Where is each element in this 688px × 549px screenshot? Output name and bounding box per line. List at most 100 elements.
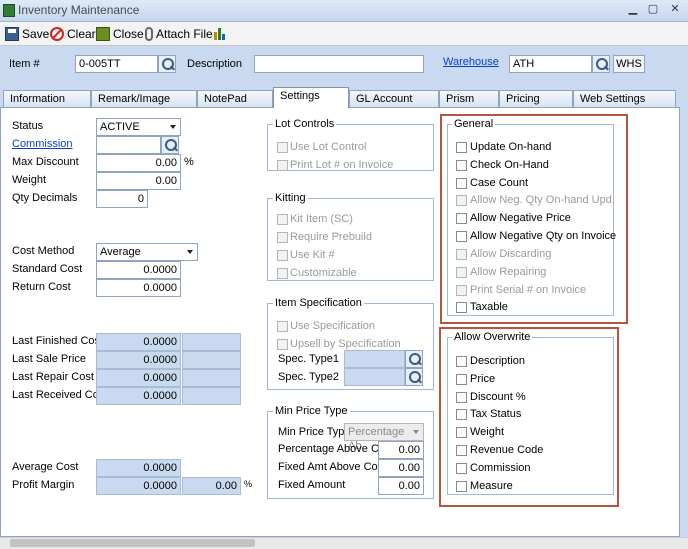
warehouse-link[interactable]: Warehouse xyxy=(443,56,499,68)
spec-type1-search-button[interactable] xyxy=(405,350,423,368)
allow-repairing-label: Allow Repairing xyxy=(470,266,547,278)
max-discount-field[interactable]: 0.00 xyxy=(96,154,181,172)
customizable-checkbox[interactable] xyxy=(277,268,288,279)
item-number-field[interactable]: 0-005TT xyxy=(75,55,158,73)
tab-settings[interactable]: Settings xyxy=(273,87,349,108)
bar-chart-icon xyxy=(213,27,227,41)
spec-type2-field[interactable] xyxy=(344,368,405,386)
percentage-above-cost-field[interactable]: 0.00 xyxy=(378,441,424,459)
attach-file-button[interactable]: Attach File xyxy=(145,25,213,43)
minimize-icon[interactable]: ▁ xyxy=(626,3,640,17)
last-sale-date-field xyxy=(182,351,241,369)
allow-overwrite-title: Allow Overwrite xyxy=(452,331,533,343)
print-serial-checkbox[interactable] xyxy=(456,285,467,296)
allow-discarding-label: Allow Discarding xyxy=(470,248,552,260)
allow-negative-price-checkbox[interactable] xyxy=(456,213,467,224)
case-count-checkbox[interactable] xyxy=(456,178,467,189)
commission-search-button[interactable] xyxy=(161,136,179,154)
chart-tool-button[interactable] xyxy=(213,25,227,43)
last-sale-price-field: 0.0000 xyxy=(96,351,181,369)
tab-gl-account[interactable]: GL Account xyxy=(349,90,439,107)
check-on-hand-checkbox[interactable] xyxy=(456,160,467,171)
settings-panel: Status ACTIVE Commission Max Discount 0.… xyxy=(0,107,680,537)
search-icon xyxy=(406,369,422,385)
chevron-down-icon xyxy=(187,250,193,254)
tab-information[interactable]: Information xyxy=(3,90,91,107)
allow-negative-qty-invoice-label: Allow Negative Qty on Invoice xyxy=(470,230,617,242)
fixed-amt-above-cost-label: Fixed Amt Above Cost xyxy=(278,461,387,473)
commission-link[interactable]: Commission xyxy=(12,138,73,150)
commission-field[interactable] xyxy=(96,136,161,154)
app-icon xyxy=(3,4,15,17)
return-cost-field[interactable]: 0.0000 xyxy=(96,279,181,297)
tab-bar: Information Remark/Image NotePad Setting… xyxy=(0,86,688,108)
overwrite-revenue-code-checkbox[interactable] xyxy=(456,445,467,456)
spec-type2-search-button[interactable] xyxy=(405,368,423,386)
cost-method-select[interactable]: Average xyxy=(96,243,198,261)
overwrite-commission-checkbox[interactable] xyxy=(456,463,467,474)
overwrite-measure-checkbox[interactable] xyxy=(456,481,467,492)
upsell-by-specification-checkbox[interactable] xyxy=(277,339,288,350)
use-specification-checkbox[interactable] xyxy=(277,321,288,332)
last-received-cost-label: Last Received Cost xyxy=(12,389,108,401)
allow-repairing-checkbox[interactable] xyxy=(456,267,467,278)
standard-cost-label: Standard Cost xyxy=(12,263,83,275)
profit-margin-percent-sign: % xyxy=(244,479,253,489)
weight-field[interactable]: 0.00 xyxy=(96,172,181,190)
item-number-label: Item # xyxy=(9,58,40,70)
chevron-down-icon xyxy=(170,125,176,129)
allow-neg-qty-onhand-checkbox[interactable] xyxy=(456,195,467,206)
allow-discarding-checkbox[interactable] xyxy=(456,249,467,260)
tab-web-settings[interactable]: Web Settings xyxy=(573,90,676,107)
maximize-icon[interactable]: ▢ xyxy=(646,3,660,17)
overwrite-discount-checkbox[interactable] xyxy=(456,392,467,403)
kit-item-checkbox[interactable] xyxy=(277,214,288,225)
close-window-icon[interactable]: ✕ xyxy=(668,3,682,17)
use-lot-control-checkbox[interactable] xyxy=(277,142,288,153)
taxable-checkbox[interactable] xyxy=(456,302,467,313)
paperclip-icon xyxy=(145,27,153,41)
qty-decimals-field[interactable]: 0 xyxy=(96,190,148,208)
description-field[interactable] xyxy=(254,55,424,73)
warehouse-search-button[interactable] xyxy=(592,55,610,73)
print-lot-checkbox[interactable] xyxy=(277,160,288,171)
item-search-button[interactable] xyxy=(158,55,176,73)
clear-button[interactable]: Clear xyxy=(50,25,96,43)
tab-prism[interactable]: Prism xyxy=(439,90,499,107)
search-icon xyxy=(593,56,609,72)
fixed-amount-field[interactable]: 0.00 xyxy=(378,477,424,495)
tab-remark-image[interactable]: Remark/Image xyxy=(91,90,197,107)
overwrite-weight-checkbox[interactable] xyxy=(456,427,467,438)
require-prebuild-checkbox[interactable] xyxy=(277,232,288,243)
overwrite-description-label: Description xyxy=(470,355,526,367)
print-serial-label: Print Serial # on Invoice xyxy=(470,284,587,296)
warehouse-field[interactable]: ATH xyxy=(509,55,592,73)
customizable-label: Customizable xyxy=(290,267,357,279)
save-button[interactable]: Save xyxy=(5,25,49,43)
update-on-hand-checkbox[interactable] xyxy=(456,142,467,153)
standard-cost-field[interactable]: 0.0000 xyxy=(96,261,181,279)
spec-type1-field[interactable] xyxy=(344,350,405,368)
fixed-amount-label: Fixed Amount xyxy=(278,479,346,491)
return-cost-label: Return Cost xyxy=(12,281,71,293)
fixed-amt-above-cost-field[interactable]: 0.00 xyxy=(378,459,424,477)
scrollbar-thumb[interactable] xyxy=(10,539,255,547)
no-entry-icon xyxy=(50,27,64,41)
overwrite-price-checkbox[interactable] xyxy=(456,374,467,385)
close-button[interactable]: Close xyxy=(96,25,144,43)
warehouse-code-button[interactable]: WHS xyxy=(613,55,645,73)
overwrite-description-checkbox[interactable] xyxy=(456,356,467,367)
allow-negative-qty-invoice-checkbox[interactable] xyxy=(456,231,467,242)
tab-notepad[interactable]: NotePad xyxy=(197,90,273,107)
use-kit-number-checkbox[interactable] xyxy=(277,250,288,261)
status-select[interactable]: ACTIVE xyxy=(96,118,181,136)
use-kit-number-label: Use Kit # xyxy=(290,249,335,261)
overwrite-weight-label: Weight xyxy=(470,426,505,438)
overwrite-tax-status-checkbox[interactable] xyxy=(456,409,467,420)
upsell-by-specification-label: Upsell by Specification xyxy=(290,338,401,350)
tab-pricing[interactable]: Pricing xyxy=(499,90,573,107)
min-price-type-select[interactable]: Percentage Ab xyxy=(344,423,424,452)
overwrite-commission-label: Commission xyxy=(470,462,531,474)
check-on-hand-label: Check On-Hand xyxy=(470,159,549,171)
title-bar: Inventory Maintenance ▁ ▢ ✕ xyxy=(0,0,688,22)
